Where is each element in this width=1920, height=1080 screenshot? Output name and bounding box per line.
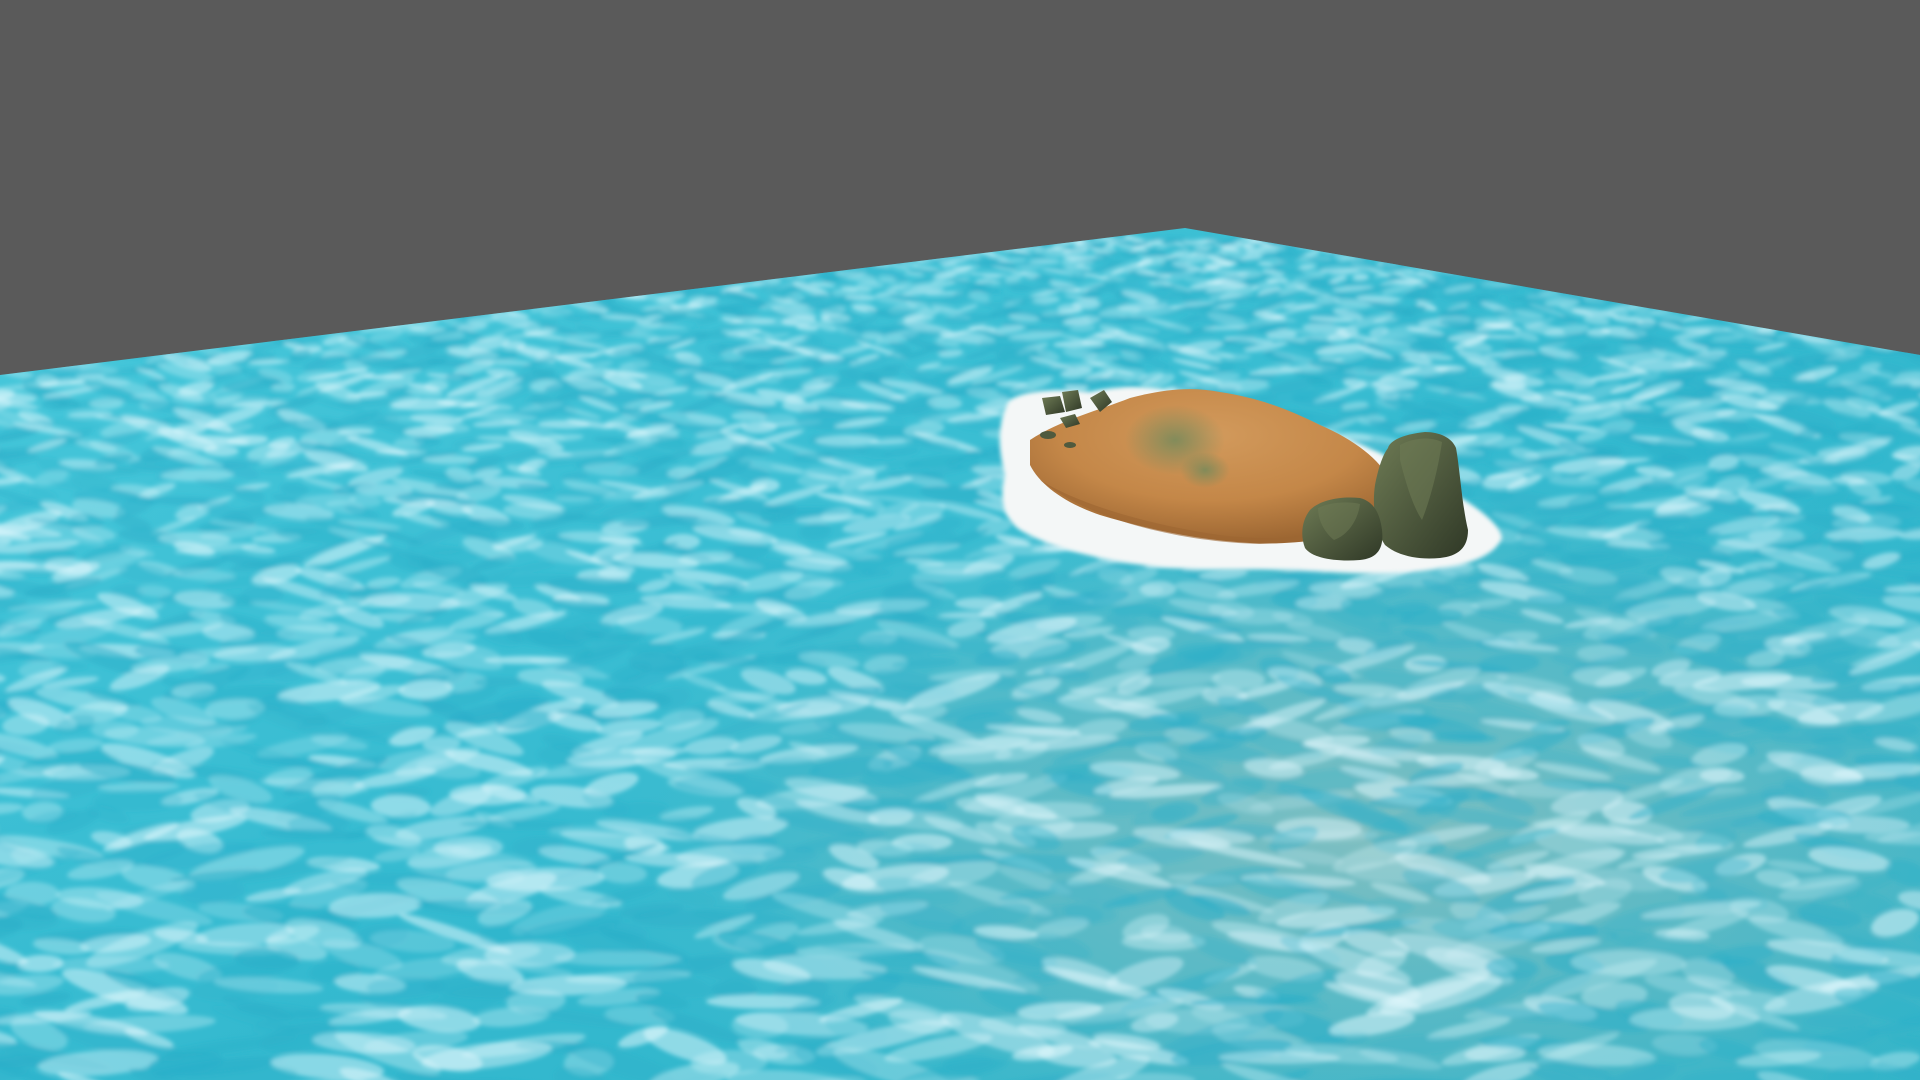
caustic-ripple xyxy=(1372,377,1420,390)
scene-render[interactable] xyxy=(0,0,1920,1080)
island-moss-streak xyxy=(1180,452,1230,488)
3d-viewport[interactable] xyxy=(0,0,1920,1080)
